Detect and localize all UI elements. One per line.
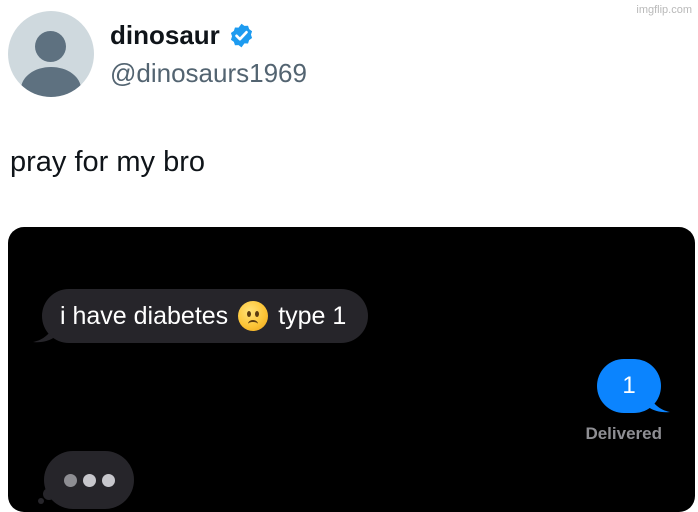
typing-indicator xyxy=(44,451,134,509)
user-handle[interactable]: @dinosaurs1969 xyxy=(110,58,307,89)
incoming-message-text-end: type 1 xyxy=(278,301,347,330)
slightly-frowning-face-icon xyxy=(238,301,269,331)
imgflip-watermark: imgflip.com xyxy=(636,4,692,16)
typing-dot xyxy=(101,473,115,487)
default-avatar[interactable] xyxy=(8,11,94,97)
verified-badge-icon xyxy=(230,23,252,48)
incoming-message-text-start: i have diabetes xyxy=(60,301,229,330)
tweet-text: pray for my bro xyxy=(10,146,205,178)
typing-dot xyxy=(82,473,96,487)
avatar-shoulders xyxy=(21,67,81,97)
avatar-head xyxy=(35,31,66,62)
outgoing-message-bubble: 1 xyxy=(597,359,661,413)
display-name[interactable]: dinosaur xyxy=(110,20,220,51)
typing-dot xyxy=(63,473,77,487)
delivery-status: Delivered xyxy=(585,424,662,443)
incoming-message-bubble: i have diabetes type 1 xyxy=(42,289,369,343)
outgoing-message-text: 1 xyxy=(622,372,636,399)
name-row: dinosaur xyxy=(110,20,255,51)
